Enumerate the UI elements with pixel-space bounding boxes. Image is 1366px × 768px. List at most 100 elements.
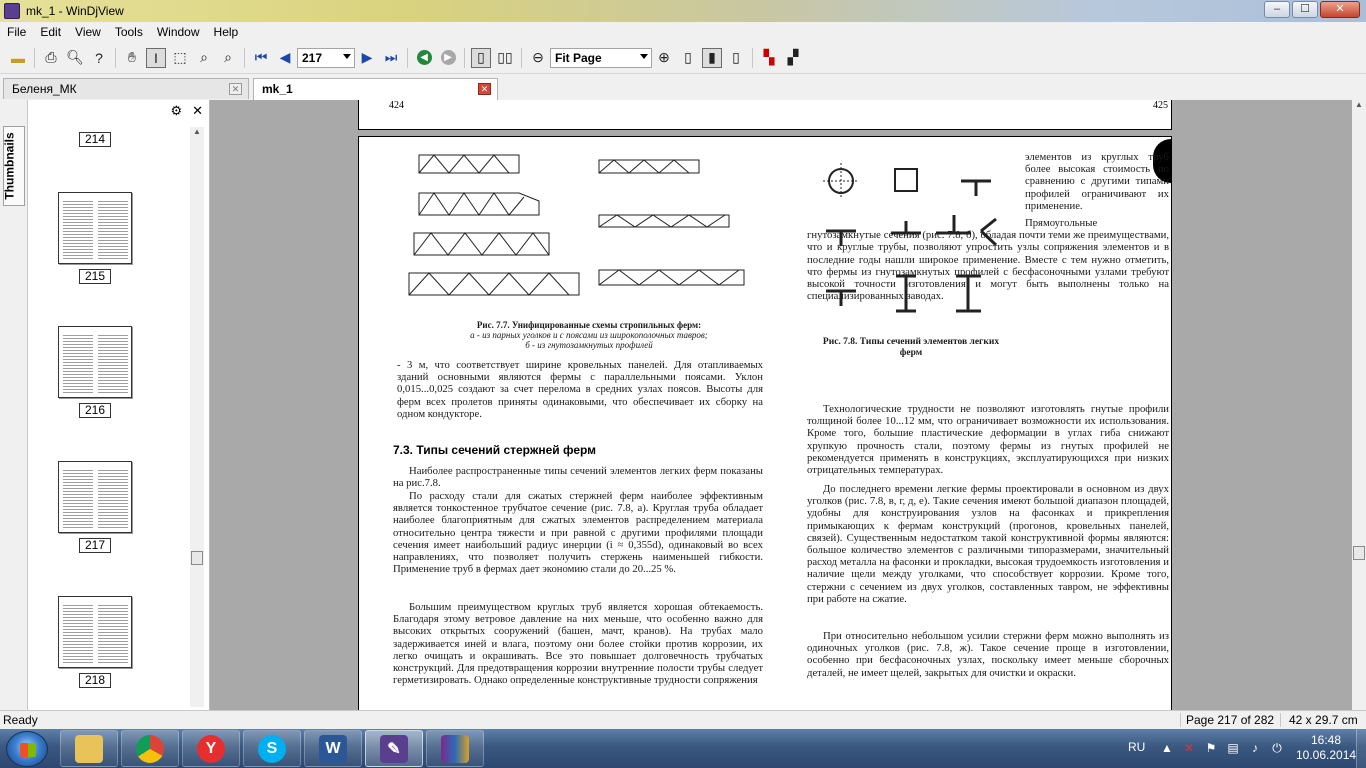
- thumbnail-image: [58, 192, 132, 264]
- chevron-down-icon[interactable]: [640, 53, 648, 59]
- taskbar-explorer[interactable]: [60, 730, 118, 767]
- menu-bar: File Edit View Tools Window Help: [0, 22, 1366, 42]
- taskbar-chrome[interactable]: [121, 730, 179, 767]
- power-icon[interactable]: ⏻: [1270, 741, 1284, 755]
- close-tab-icon[interactable]: ✕: [478, 83, 491, 95]
- tab-mk-1[interactable]: mk_1 ✕: [253, 78, 498, 100]
- status-ready: Ready: [3, 713, 38, 727]
- language-indicator[interactable]: RU: [1128, 740, 1145, 754]
- toolbar: ▬ ⎙ 🔍︎ ? ✋︎ I ⬚ ⌕ ⌕ ⏮ ◀ 217 ▶ ⏭ ◀ ▶ ▯ ▯▯…: [0, 42, 1366, 74]
- fit-page-icon[interactable]: ▮: [702, 47, 722, 68]
- title-bar: mk_1 - WinDjView – ☐ ✕: [0, 0, 1366, 22]
- maximize-button[interactable]: ☐: [1292, 1, 1318, 18]
- print-icon[interactable]: ⎙: [41, 48, 61, 68]
- figure-7-7-title: Рис. 7.7. Унифицированные схемы стропиль…: [476, 320, 702, 330]
- paragraph-double-angles: До последнего времени легкие фермы проек…: [807, 483, 1169, 605]
- thumbnail-page-214[interactable]: 214: [58, 122, 132, 147]
- previous-page-icon[interactable]: ◀: [275, 48, 295, 68]
- open-folder-icon[interactable]: ▬: [8, 48, 28, 68]
- thumbnail-page-215[interactable]: 215: [58, 192, 132, 284]
- taskbar-skype[interactable]: S: [243, 730, 301, 767]
- find-icon[interactable]: 🔍︎: [65, 48, 85, 68]
- yandex-browser-icon: Y: [197, 734, 225, 763]
- thumbnail-page-218[interactable]: 218: [58, 596, 132, 688]
- page-layout-icon[interactable]: ▯: [726, 48, 746, 68]
- windows-logo-icon: [20, 743, 36, 757]
- page-view-icon[interactable]: ▯: [678, 48, 698, 68]
- tab-thumbnails[interactable]: Thumbnails: [3, 126, 25, 206]
- toolbar-separator: [464, 47, 465, 68]
- figure-7-7-note-b: б - из гнутозамкнутых профилей: [525, 340, 653, 350]
- display-mode-icon[interactable]: ▞: [783, 48, 803, 68]
- figure-7-8-title: Рис. 7.8. Типы сечений элементов легких …: [822, 337, 1000, 358]
- taskbar-windjview[interactable]: ✎: [365, 730, 423, 767]
- zoom-in-icon[interactable]: ⊕: [654, 48, 674, 68]
- window-title: mk_1 - WinDjView: [26, 4, 124, 18]
- document-scrollbar[interactable]: ▲: [1352, 100, 1366, 710]
- menu-help[interactable]: Help: [207, 25, 246, 39]
- hand-tool-icon[interactable]: ✋︎: [122, 48, 142, 68]
- select-area-tool-icon[interactable]: ⬚: [170, 48, 190, 68]
- menu-edit[interactable]: Edit: [33, 25, 68, 39]
- clock[interactable]: 16:48 10.06.2014: [1296, 733, 1356, 763]
- help-icon[interactable]: ?: [89, 48, 109, 68]
- menu-file[interactable]: File: [0, 25, 33, 39]
- show-hidden-icons-icon[interactable]: ▲: [1160, 741, 1174, 755]
- start-button[interactable]: [6, 731, 48, 767]
- taskbar-yandex[interactable]: Y: [182, 730, 240, 767]
- figure-7-8-caption: Рис. 7.8. Типы сечений элементов легких …: [811, 336, 1011, 358]
- gear-icon[interactable]: ⚙: [170, 103, 182, 119]
- taskbar-winrar[interactable]: [426, 730, 484, 767]
- zoom-value: Fit Page: [555, 50, 602, 65]
- close-icon[interactable]: ✕: [192, 103, 203, 119]
- toolbar-separator: [407, 47, 408, 68]
- skype-icon: S: [258, 734, 286, 763]
- next-page-icon[interactable]: ▶: [357, 48, 377, 68]
- two-pages-icon[interactable]: ▯▯: [495, 48, 515, 68]
- flag-icon[interactable]: ⚑: [1204, 741, 1218, 755]
- zoom-tool-icon[interactable]: ⌕: [194, 48, 214, 68]
- thumbnails-scrollbar[interactable]: ▲: [190, 127, 204, 707]
- thumbnail-label: 217: [79, 538, 111, 553]
- select-text-tool-icon[interactable]: I: [146, 47, 166, 68]
- action-center-icon[interactable]: ▤: [1226, 741, 1240, 755]
- first-page-icon[interactable]: ⏮: [251, 48, 271, 68]
- last-page-icon[interactable]: ⏭: [381, 48, 401, 68]
- taskbar-word[interactable]: W: [304, 730, 362, 767]
- menu-tools[interactable]: Tools: [108, 25, 150, 39]
- magnifier-icon[interactable]: ⌕: [218, 48, 238, 68]
- thumbnails-panel-header: ⚙ ✕: [28, 100, 209, 122]
- menu-view[interactable]: View: [68, 25, 108, 39]
- windows-taskbar: Y S W ✎ RU ▲ ✕ ⚑ ▤ ♪ ⏻ 16:48 10.06.2014: [0, 729, 1366, 768]
- close-button[interactable]: ✕: [1320, 1, 1360, 18]
- menu-window[interactable]: Window: [150, 25, 207, 39]
- document-view[interactable]: 424 425 Рис. 7.7. Унифицированные схемы …: [210, 100, 1352, 710]
- page-number-field[interactable]: 217: [297, 47, 355, 68]
- volume-icon[interactable]: ♪: [1248, 741, 1262, 755]
- status-page-info: Page 217 of 282: [1180, 713, 1274, 727]
- zoom-select[interactable]: Fit Page: [550, 47, 652, 68]
- history-back-icon[interactable]: ◀: [414, 48, 434, 68]
- minimize-button[interactable]: –: [1264, 1, 1290, 18]
- close-tab-icon[interactable]: ✕: [229, 83, 242, 95]
- clock-date: 10.06.2014: [1296, 748, 1357, 762]
- color-mode-icon[interactable]: ▚: [759, 48, 779, 68]
- window-controls: – ☐ ✕: [1264, 1, 1360, 18]
- scroll-up-icon[interactable]: ▲: [190, 127, 204, 141]
- network-status-icon[interactable]: ✕: [1182, 741, 1196, 755]
- thumbnail-page-217[interactable]: 217: [58, 461, 132, 553]
- single-page-icon[interactable]: ▯: [471, 47, 491, 68]
- toolbar-separator: [521, 47, 522, 68]
- paragraph-tube-advantages: Большим преимуществом круглых труб являе…: [393, 601, 763, 687]
- paragraph-rectangular-sections: Прямоугольные гнутозамкнутые сечения (ри…: [807, 217, 1169, 303]
- chevron-down-icon[interactable]: [343, 53, 351, 59]
- show-desktop-button[interactable]: [1356, 729, 1366, 768]
- scrollbar-thumb[interactable]: [1353, 546, 1365, 560]
- paragraph-single-angles: При относительно небольшом усилии стержн…: [807, 630, 1169, 679]
- scrollbar-thumb[interactable]: [191, 551, 203, 565]
- scroll-up-icon[interactable]: ▲: [1352, 100, 1366, 114]
- tab-belenya-mk[interactable]: Беленя_МК ✕: [3, 78, 249, 99]
- thumbnail-page-216[interactable]: 216: [58, 326, 132, 418]
- history-forward-icon[interactable]: ▶: [438, 48, 458, 68]
- zoom-out-icon[interactable]: ⊖: [528, 48, 548, 68]
